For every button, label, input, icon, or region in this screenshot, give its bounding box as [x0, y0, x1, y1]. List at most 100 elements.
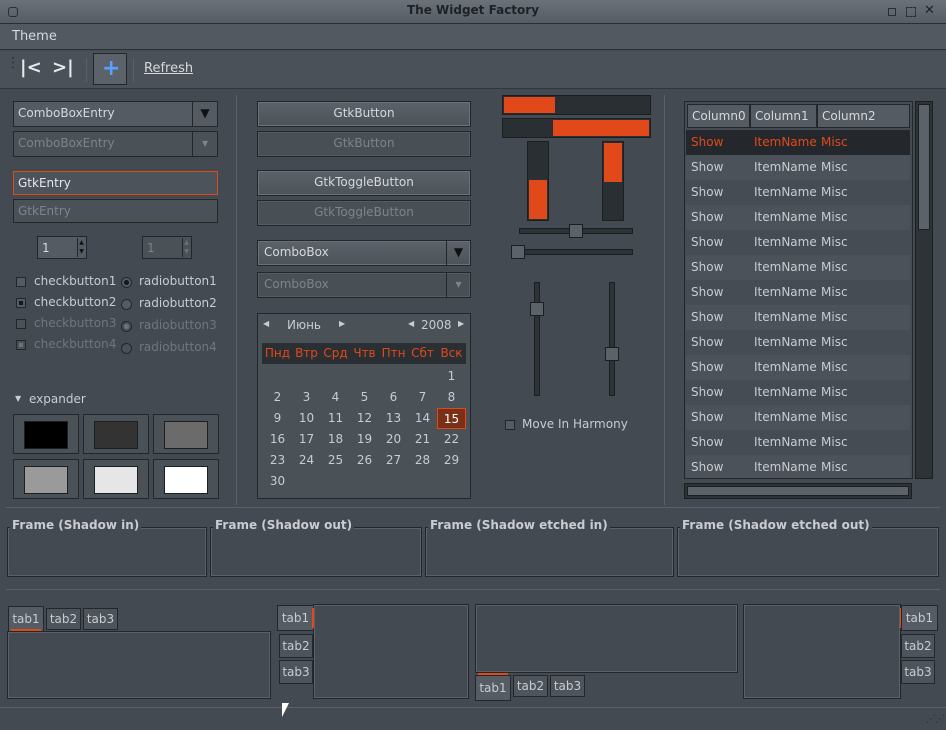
goto-last-icon[interactable]: >| [52, 57, 74, 78]
radiobutton-1[interactable] [121, 277, 132, 288]
minimize-icon[interactable] [888, 8, 896, 16]
scale-v1-handle[interactable] [530, 302, 544, 316]
prev-month-icon[interactable]: ◀ [263, 319, 269, 328]
expander[interactable]: expander [29, 392, 86, 406]
notebook-right-tab1[interactable]: tab1 [901, 605, 938, 631]
maximize-icon[interactable] [906, 7, 916, 17]
calendar-day[interactable]: 21 [408, 429, 437, 450]
calendar-day[interactable]: 16 [263, 429, 292, 450]
checkbutton-2[interactable] [16, 298, 26, 308]
scale-h1-handle[interactable] [569, 224, 583, 238]
table-row[interactable]: Show ItemName Misc [686, 455, 910, 478]
calendar-day[interactable]: 10 [292, 408, 321, 429]
menu-theme[interactable]: Theme [12, 29, 57, 44]
calendar-day[interactable]: 2 [263, 387, 292, 408]
calendar-day[interactable]: 20 [379, 429, 408, 450]
table-row[interactable]: Show ItemName Misc [686, 255, 910, 280]
notebook-left-tab2[interactable]: tab2 [279, 634, 313, 658]
tree-view[interactable]: Column0 Column1 Column2 Show ItemName Misc Sh… [684, 101, 913, 479]
calendar-day[interactable]: 14 [408, 408, 437, 429]
combo-entry-arrow[interactable]: ▼ [192, 101, 218, 127]
calendar-day[interactable]: 22 [437, 429, 466, 450]
table-row[interactable]: Show ItemName Misc [686, 330, 910, 355]
calendar-day[interactable]: 9 [263, 408, 292, 429]
calendar-day[interactable]: 27 [379, 450, 408, 471]
notebook-top-tab3[interactable]: tab3 [83, 608, 118, 630]
horizontal-scrollbar-thumb[interactable] [687, 486, 909, 496]
calendar-day[interactable]: 3 [292, 387, 321, 408]
table-row[interactable]: Show ItemName Misc [686, 430, 910, 455]
calendar-day[interactable]: 24 [292, 450, 321, 471]
table-row[interactable]: Show ItemName Misc [686, 380, 910, 405]
calendar-day[interactable]: 1 [437, 366, 466, 387]
calendar-day[interactable]: 15 [437, 408, 466, 429]
toolbar-grip-icon[interactable]: ⋮ [6, 56, 20, 70]
color-swatch-button[interactable] [153, 414, 219, 454]
notebook-bottom-tab2[interactable]: tab2 [513, 675, 548, 697]
calendar-day[interactable]: 19 [350, 429, 379, 450]
notebook-right-tab3[interactable]: tab3 [901, 660, 935, 684]
color-swatch-button[interactable] [83, 414, 149, 454]
notebook-bottom-tab3[interactable]: tab3 [550, 675, 585, 697]
calendar-day[interactable]: 4 [321, 387, 350, 408]
table-row[interactable]: Show ItemName Misc [686, 180, 910, 205]
scale-h2-handle[interactable] [511, 245, 525, 259]
calendar-day[interactable]: 6 [379, 387, 408, 408]
calendar-day[interactable]: 8 [437, 387, 466, 408]
color-swatch-button[interactable] [13, 459, 79, 499]
expander-arrow-icon[interactable]: ▼ [15, 394, 21, 403]
scale-v1[interactable] [534, 282, 540, 396]
spin-button-1[interactable]: 1 ▲ ▼ [37, 236, 87, 259]
notebook-bottom-tab1[interactable]: tab1 [475, 675, 511, 701]
color-swatch-button[interactable] [13, 414, 79, 454]
notebook-left-tab1[interactable]: tab1 [277, 605, 314, 631]
tree-column-header[interactable]: Column2 [817, 104, 910, 128]
table-row[interactable]: Show ItemName Misc [686, 230, 910, 255]
goto-first-icon[interactable]: |< [20, 57, 42, 78]
table-row[interactable]: Show ItemName Misc [686, 280, 910, 305]
scale-v2[interactable] [609, 282, 615, 396]
gtk-button[interactable]: GtkButton [257, 101, 471, 127]
combo-entry[interactable]: ComboBoxEntry [13, 101, 193, 127]
spin-arrows-icon[interactable]: ▲ ▼ [77, 238, 85, 257]
calendar-day[interactable]: 29 [437, 450, 466, 471]
calendar-day[interactable]: 30 [263, 471, 292, 492]
next-month-icon[interactable]: ▶ [339, 319, 345, 328]
calendar-day[interactable]: 26 [350, 450, 379, 471]
notebook-left-tab3[interactable]: tab3 [279, 660, 313, 684]
vertical-scrollbar-thumb[interactable] [918, 104, 930, 230]
calendar-day[interactable]: 23 [263, 450, 292, 471]
vertical-scrollbar[interactable] [915, 101, 933, 479]
calendar-day[interactable]: 28 [408, 450, 437, 471]
notebook-right-tab2[interactable]: tab2 [901, 634, 935, 658]
close-icon[interactable]: ✕ [924, 3, 935, 18]
calendar-day[interactable]: 18 [321, 429, 350, 450]
add-button[interactable]: + [93, 53, 127, 85]
prev-year-icon[interactable]: ◀ [408, 319, 414, 328]
scale-h2[interactable] [511, 249, 633, 255]
table-row[interactable]: Show ItemName Misc [686, 130, 910, 155]
color-swatch-button[interactable] [83, 459, 149, 499]
scale-v2-handle[interactable] [605, 347, 619, 361]
tree-column-header[interactable]: Column1 [750, 104, 817, 128]
horizontal-scrollbar[interactable] [684, 483, 912, 499]
table-row[interactable]: Show ItemName Misc [686, 155, 910, 180]
notebook-top-tab2[interactable]: tab2 [46, 608, 81, 630]
table-row[interactable]: Show ItemName Misc [686, 205, 910, 230]
calendar-day[interactable]: 25 [321, 450, 350, 471]
combo-box[interactable]: ComboBox ▼ [257, 240, 471, 266]
refresh-button[interactable]: Refresh [144, 61, 193, 76]
next-year-icon[interactable]: ▶ [458, 319, 464, 328]
radiobutton-2[interactable] [121, 299, 132, 310]
table-row[interactable]: Show ItemName Misc [686, 355, 910, 380]
color-swatch-button[interactable] [153, 459, 219, 499]
tree-column-header[interactable]: Column0 [687, 104, 750, 128]
table-row[interactable]: Show ItemName Misc [686, 305, 910, 330]
toggle-button[interactable]: GtkToggleButton [257, 170, 471, 196]
checkbutton-1[interactable] [16, 277, 26, 287]
text-entry[interactable]: GtkEntry [13, 171, 218, 195]
calendar-day[interactable]: 5 [350, 387, 379, 408]
harmony-checkbox[interactable] [505, 420, 515, 430]
calendar-day[interactable]: 11 [321, 408, 350, 429]
table-row[interactable]: Show ItemName Misc [686, 405, 910, 430]
